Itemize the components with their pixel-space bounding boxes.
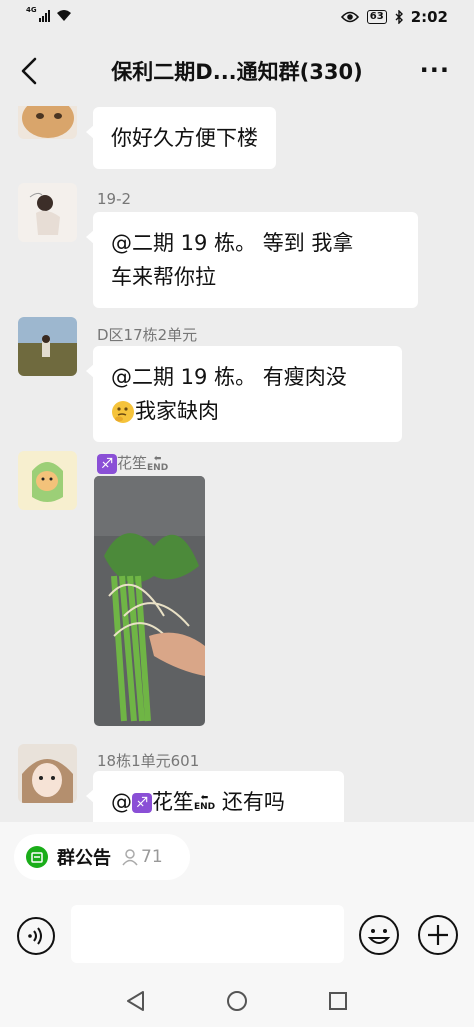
sagittarius-icon: ♐	[132, 793, 152, 813]
sender-name-text: 花笙	[117, 454, 148, 472]
back-button[interactable]	[14, 54, 46, 88]
chat-area[interactable]: 你好久方便下楼 19-2 @二期 19 栋。 等到 我拿 车来帮你拉 D区17栋…	[0, 106, 474, 822]
sender-name: ♐ 花笙 ⬅ END	[97, 452, 168, 474]
input-bar	[0, 890, 474, 977]
message-text: 你好久方便下楼	[111, 126, 258, 150]
smiley-icon	[359, 915, 399, 955]
avatar[interactable]	[18, 183, 77, 242]
chat-title: 保利二期D...通知群(330)	[111, 60, 363, 84]
battery-icon: 63	[366, 10, 387, 24]
message-bubble[interactable]: 你好久方便下楼	[86, 107, 276, 169]
end-arrow-label: END	[194, 802, 216, 812]
signal-icon	[38, 10, 50, 22]
voice-icon	[17, 917, 55, 955]
end-arrow-label: END	[147, 462, 169, 473]
message-text: 还有吗	[215, 790, 285, 814]
message-text-line: @二期 19 栋。 等到 我拿	[111, 231, 354, 255]
message-input[interactable]	[71, 905, 344, 963]
title-bar: 保利二期D...通知群(330) ···	[0, 36, 474, 106]
more-button[interactable]: ···	[420, 58, 450, 82]
emoji-button[interactable]	[358, 914, 400, 956]
message-text-line: 我家缺肉	[111, 394, 384, 428]
message-bubble[interactable]: @ ♐ 花笙 ⬅ END 还有吗	[86, 771, 344, 822]
bluetooth-icon	[395, 10, 403, 24]
message-bubble[interactable]: @二期 19 栋。 有瘦肉没 我家缺肉	[86, 346, 402, 442]
message-text-line: @ ♐ 花笙 ⬅ END 还有吗	[111, 785, 326, 819]
girl-hat-avatar-image	[18, 744, 77, 803]
end-arrow-icon: ⬅ END	[147, 453, 169, 473]
notice-icon	[26, 846, 48, 868]
sagittarius-icon: ♐	[97, 453, 117, 474]
status-left: 4G	[26, 6, 72, 22]
voice-button[interactable]	[16, 916, 56, 956]
avatar[interactable]	[18, 451, 77, 510]
field-photo-avatar-image	[18, 317, 77, 376]
eye-icon	[340, 11, 359, 23]
person-icon	[122, 849, 138, 866]
end-arrow-icon: ⬅ END	[194, 793, 216, 812]
avatar[interactable]	[18, 744, 77, 803]
sender-name: 18栋1单元601	[97, 752, 200, 770]
thinking-face-icon	[112, 401, 134, 423]
square-recents-icon	[329, 992, 347, 1010]
triangle-back-icon	[127, 991, 144, 1011]
vegetable-bundle-photo[interactable]	[94, 476, 205, 726]
message-bubble[interactable]: @二期 19 栋。 等到 我拿 车来帮你拉	[86, 212, 418, 308]
nav-home-button[interactable]	[225, 989, 249, 1013]
message-text-line: 车来帮你拉	[111, 265, 216, 289]
plus-icon	[418, 915, 458, 955]
avatar[interactable]	[18, 106, 77, 139]
chevron-left-icon	[21, 57, 37, 85]
nav-recents-button[interactable]	[326, 989, 350, 1013]
message-text: 我家缺肉	[135, 399, 219, 423]
network-label: 4G	[26, 6, 37, 14]
dinosaur-dog-avatar-image	[18, 451, 77, 510]
mention-prefix: @	[111, 790, 132, 814]
clock: 2:02	[410, 8, 448, 26]
more-actions-button[interactable]	[417, 914, 459, 956]
status-right: 63 2:02	[340, 8, 448, 26]
wifi-icon	[56, 10, 71, 21]
avatar[interactable]	[18, 317, 77, 376]
girl-sketch-avatar-image	[18, 183, 77, 242]
mention-name: 花笙	[152, 790, 194, 814]
member-count: 71	[141, 847, 163, 867]
sender-name: 19-2	[97, 190, 132, 208]
status-bar: 4G 63 2:02	[0, 0, 474, 36]
notice-label: 群公告	[57, 848, 111, 869]
nav-back-button[interactable]	[124, 989, 148, 1013]
group-notice-button[interactable]: 群公告 71	[14, 834, 190, 880]
cat-avatar-image	[18, 106, 77, 139]
photo-image	[94, 476, 205, 726]
system-nav-bar	[0, 977, 474, 1027]
notice-bar: 群公告 71	[0, 822, 474, 890]
circle-home-icon	[227, 991, 247, 1011]
message-text-line: @二期 19 栋。 有瘦肉没	[111, 365, 347, 389]
sender-name: D区17栋2单元	[97, 326, 198, 344]
